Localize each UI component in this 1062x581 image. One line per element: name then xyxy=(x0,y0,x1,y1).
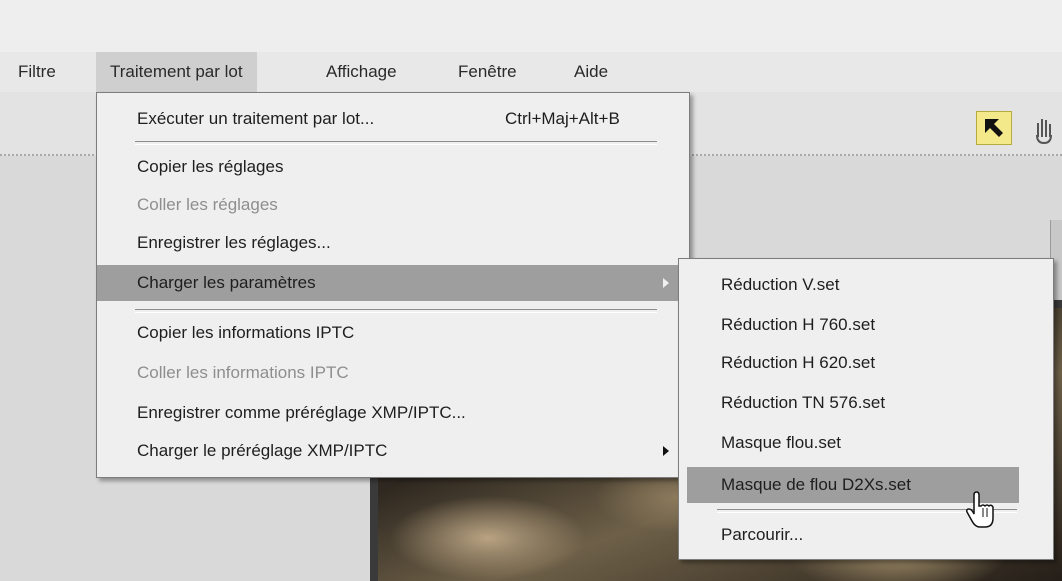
menu-separator xyxy=(135,309,657,313)
arrow-select-icon[interactable] xyxy=(976,111,1012,145)
menu-aide[interactable]: Aide xyxy=(574,52,608,92)
menu-item-paste-settings: Coller les réglages xyxy=(137,195,278,214)
menu-bar: Filtre Traitement par lot Affichage Fenê… xyxy=(0,52,1062,92)
title-band xyxy=(0,0,1062,52)
menu-item-load-settings[interactable]: Charger les paramètres xyxy=(97,265,689,301)
menu-item-save-xmp-preset[interactable]: Enregistrer comme préréglage XMP/IPTC... xyxy=(97,395,689,431)
menu-item-copy-settings[interactable]: Copier les réglages xyxy=(97,149,689,185)
menu-filtre[interactable]: Filtre xyxy=(18,52,56,92)
hand-icon[interactable] xyxy=(1034,111,1062,145)
submenu-item-reduction-h-760[interactable]: Réduction H 760.set xyxy=(679,307,1053,343)
menu-item-copy-iptc[interactable]: Copier les informations IPTC xyxy=(97,315,689,351)
shortcut-label: Ctrl+Maj+Alt+B xyxy=(505,109,620,128)
submenu-item-masque-flou[interactable]: Masque flou.set xyxy=(679,425,1053,461)
menu-fenetre[interactable]: Fenêtre xyxy=(458,52,517,92)
menu-item-save-settings[interactable]: Enregistrer les réglages... xyxy=(97,225,689,261)
menu-separator xyxy=(135,141,657,145)
menu-affichage[interactable]: Affichage xyxy=(326,52,397,92)
submenu-item-reduction-h-620[interactable]: Réduction H 620.set xyxy=(679,345,1053,381)
menu-item-paste-iptc: Coller les informations IPTC xyxy=(137,363,349,382)
menu-traitement-par-lot[interactable]: Traitement par lot xyxy=(96,52,257,92)
menu-item-load-xmp-preset[interactable]: Charger le préréglage XMP/IPTC xyxy=(97,433,689,469)
batch-processing-menu: Exécuter un traitement par lot... Ctrl+M… xyxy=(96,92,690,478)
menu-item-run-batch[interactable]: Exécuter un traitement par lot... Ctrl+M… xyxy=(97,101,689,137)
submenu-item-reduction-v[interactable]: Réduction V.set xyxy=(679,267,1053,303)
submenu-arrow-icon xyxy=(663,278,669,288)
submenu-item-reduction-tn-576[interactable]: Réduction TN 576.set xyxy=(679,385,1053,421)
submenu-arrow-icon xyxy=(663,446,669,456)
hand-pointer-cursor-icon xyxy=(964,491,998,536)
